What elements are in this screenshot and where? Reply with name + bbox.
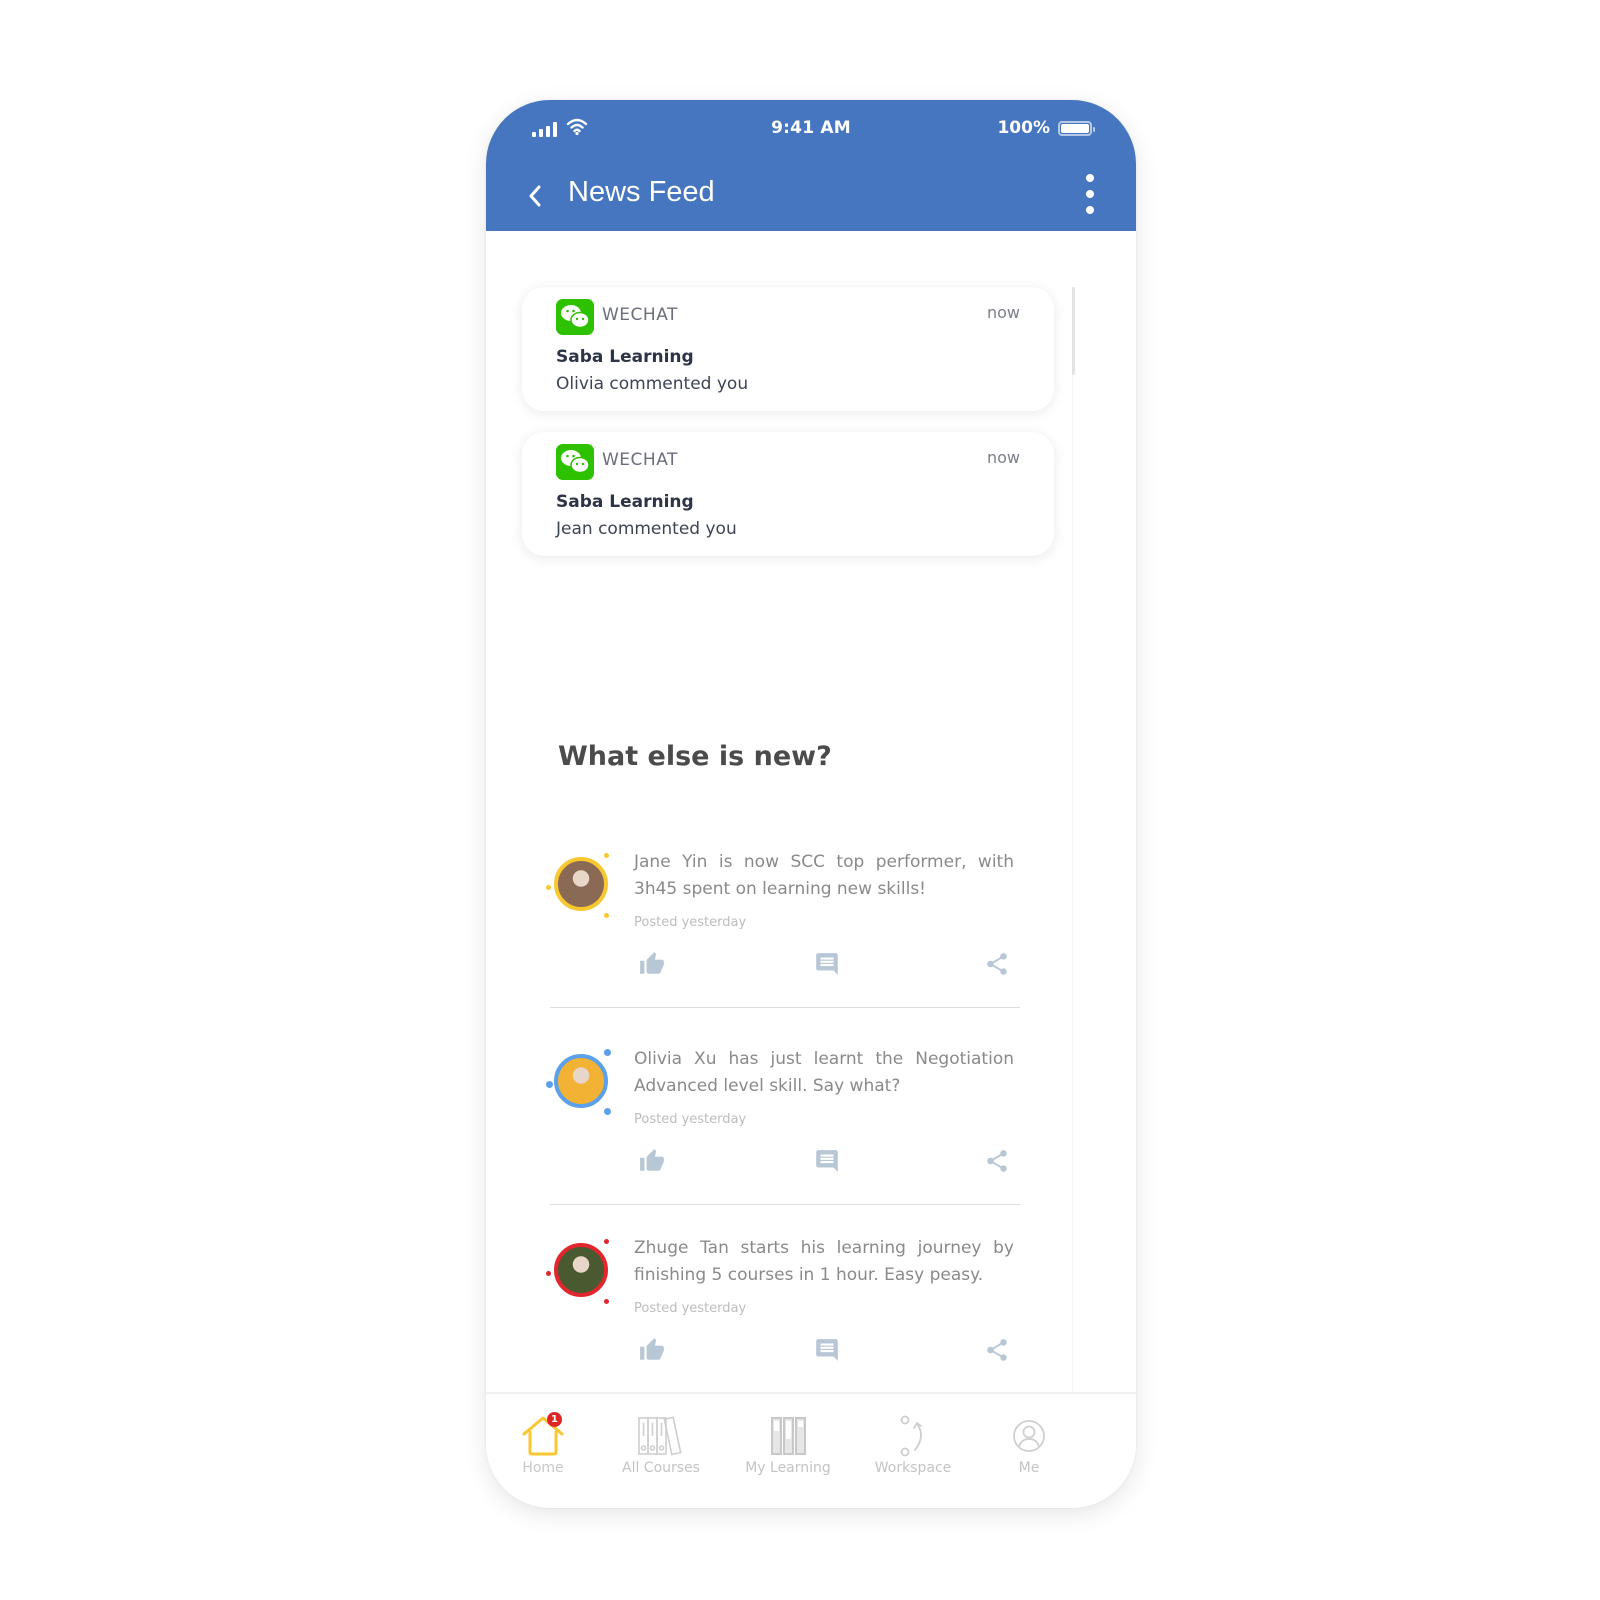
scrollbar[interactable] [1072,287,1075,375]
tab-label: All Courses [622,1460,700,1476]
more-options-button[interactable] [1080,174,1100,214]
comment-icon[interactable] [814,1148,840,1174]
avatar[interactable] [546,851,616,921]
tab-all-courses[interactable]: All Courses [606,1414,716,1494]
feed-content: WECHAT now Saba Learning Olivia commente… [486,231,1136,1491]
avatar[interactable] [546,1237,616,1307]
books-icon [638,1416,682,1456]
phone-frame: 9:41 AM 100% News Feed WECHAT now Saba L… [486,100,1136,1508]
notification-sender: Saba Learning [556,492,694,512]
notification-message: Olivia commented you [556,374,749,394]
avatar[interactable] [546,1048,616,1118]
profile-icon [1013,1420,1045,1452]
notification-time: now [986,303,1020,322]
post-text: Olivia Xu has just learnt the Negotiatio… [634,1049,1014,1096]
binders-icon [771,1417,806,1455]
avatar-image [554,1054,608,1108]
notification-app: WECHAT [602,305,678,325]
battery-icon [1058,121,1095,136]
post-actions [634,1337,1014,1363]
post-actions [634,951,1014,977]
bottom-tab-bar: 1 Home All Courses My Learning Workspace… [486,1392,1136,1508]
page-title: News Feed [568,176,715,208]
tab-label: My Learning [745,1460,831,1476]
share-icon[interactable] [984,1148,1010,1174]
notification-sender: Saba Learning [556,347,694,367]
feed-post: Olivia Xu has just learnt the Negotiatio… [546,1028,1024,1218]
notification-message: Jean commented you [556,519,737,539]
post-text: Jane Yin is now SCC top performer, with … [634,852,1014,899]
tab-label: Workspace [874,1460,952,1476]
divider [550,1007,1020,1008]
wechat-icon [556,444,594,480]
tab-label: Home [522,1460,564,1476]
notification-time: now [986,448,1020,467]
avatar-image [554,1243,608,1297]
like-icon[interactable] [639,1337,665,1363]
tab-workspace[interactable]: Workspace [858,1414,968,1494]
feed-post: Jane Yin is now SCC top performer, with … [546,831,1024,1021]
battery-percent: 100% [997,118,1050,138]
scroll-track [1072,287,1073,1402]
more-vertical-icon [1086,174,1094,182]
divider [550,1204,1020,1205]
post-actions [634,1148,1014,1174]
like-icon[interactable] [639,951,665,977]
post-time: Posted yesterday [634,915,747,930]
feed-post: Zhuge Tan starts his learning journey by… [546,1217,1024,1407]
notification-badge: 1 [547,1412,562,1427]
share-icon[interactable] [984,951,1010,977]
nav-bar: News Feed [486,172,1136,222]
comment-icon[interactable] [814,951,840,977]
back-button[interactable] [524,182,548,210]
tab-home[interactable]: 1 Home [488,1412,598,1494]
notification-card[interactable]: WECHAT now Saba Learning Jean commented … [522,432,1054,556]
section-title: What else is new? [558,741,832,772]
post-text: Zhuge Tan starts his learning journey by… [634,1238,1014,1285]
tab-me[interactable]: Me [974,1414,1084,1494]
app-header: 9:41 AM 100% News Feed [486,100,1136,231]
comment-icon[interactable] [814,1337,840,1363]
wechat-icon [556,299,594,335]
like-icon[interactable] [639,1148,665,1174]
share-icon[interactable] [984,1337,1010,1363]
status-bar: 9:41 AM 100% [486,118,1136,142]
tab-label: Me [1018,1460,1040,1476]
post-time: Posted yesterday [634,1301,747,1316]
workspace-icon [900,1415,922,1457]
post-time: Posted yesterday [634,1112,747,1127]
notification-card[interactable]: WECHAT now Saba Learning Olivia commente… [522,287,1054,411]
notification-app: WECHAT [602,450,678,470]
avatar-image [554,857,608,911]
tab-my-learning[interactable]: My Learning [733,1414,843,1494]
